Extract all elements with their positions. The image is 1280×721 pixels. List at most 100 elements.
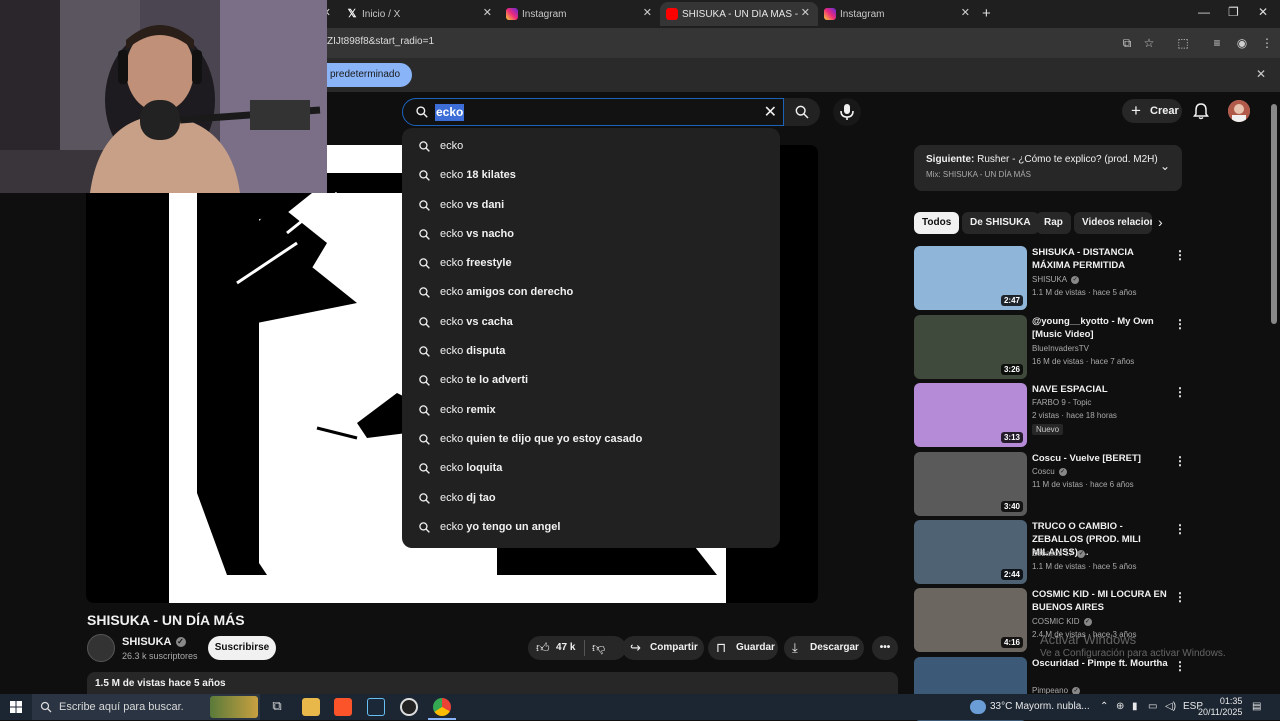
video-channel[interactable]: COSMIC KID ✓: [1032, 617, 1092, 626]
video-thumbnail[interactable]: 3:13: [914, 383, 1027, 447]
video-title[interactable]: Coscu - Vuelve [BERET]: [1032, 452, 1172, 465]
obs-icon[interactable]: [400, 698, 418, 716]
new-tab-icon[interactable]: +: [982, 5, 991, 22]
voice-search-button[interactable]: [833, 98, 861, 126]
save-button[interactable]: ⊓ Guardar: [708, 636, 778, 660]
search-suggestion[interactable]: ecko loquita: [402, 454, 780, 483]
more-vertical-icon[interactable]: ⋮: [1174, 522, 1186, 536]
video-channel[interactable]: Zeballos 17 ✓: [1032, 549, 1086, 558]
chip-de-shisuka[interactable]: De SHISUKA: [962, 212, 1039, 234]
video-thumbnail[interactable]: 2:47: [914, 246, 1027, 310]
weather-text[interactable]: 33°C Mayorm. nubla...: [990, 701, 1090, 712]
more-vertical-icon[interactable]: ⋮: [1174, 248, 1186, 262]
recommended-video[interactable]: 3:26 @young__kyotto - My Own [Music Video…: [914, 315, 1186, 379]
microphone-tray-icon[interactable]: ▮: [1132, 701, 1138, 712]
search-suggestion[interactable]: ecko te lo adverti: [402, 366, 780, 395]
search-suggestion[interactable]: ecko 18 kilates: [402, 161, 780, 190]
video-channel-name[interactable]: SHISUKA: [1032, 275, 1067, 284]
search-input[interactable]: ecko ✕: [402, 98, 784, 126]
steam-icon[interactable]: [367, 698, 385, 716]
video-thumbnail[interactable]: 3:26: [914, 315, 1027, 379]
create-button[interactable]: + Crear: [1122, 99, 1182, 123]
thumbs-up-icon[interactable]: 👍︎: [536, 636, 550, 660]
search-suggestion[interactable]: ecko freestyle: [402, 249, 780, 278]
video-title[interactable]: SHISUKA - DISTANCIA MÁXIMA PERMITIDA: [1032, 246, 1172, 272]
account-avatar[interactable]: [1228, 100, 1250, 122]
chip-videos-relacionados[interactable]: Videos relacion: [1074, 212, 1152, 234]
video-channel-name[interactable]: Coscu: [1032, 467, 1055, 476]
close-icon[interactable]: ✕: [643, 6, 652, 19]
search-suggestion[interactable]: ecko vs dani: [402, 191, 780, 220]
like-count[interactable]: 47 k: [556, 636, 575, 660]
video-title[interactable]: NAVE ESPACIAL: [1032, 383, 1172, 396]
weather-cloud-icon[interactable]: [970, 700, 986, 714]
recommended-video[interactable]: 2:44 TRUCO O CAMBIO - ZEBALLOS (PROD. MIL…: [914, 520, 1186, 584]
window-close-icon[interactable]: ✕: [1258, 5, 1268, 19]
windows-start-icon[interactable]: [10, 701, 22, 713]
profile-icon[interactable]: ◉: [1233, 34, 1251, 52]
more-vertical-icon[interactable]: ⋮: [1174, 590, 1186, 604]
video-channel-name[interactable]: FARBO 9 - Topic: [1032, 398, 1091, 407]
volume-icon[interactable]: ◁): [1165, 701, 1176, 712]
video-channel[interactable]: SHISUKA ✓: [1032, 275, 1080, 284]
thumbs-down-icon[interactable]: 👎︎: [592, 636, 605, 660]
video-channel[interactable]: Coscu ✓: [1032, 467, 1067, 476]
install-app-icon[interactable]: ⧉: [1118, 34, 1136, 52]
display-icon[interactable]: ▭: [1148, 701, 1157, 712]
chrome-icon[interactable]: [433, 698, 451, 716]
close-icon[interactable]: ✕: [801, 6, 810, 19]
close-icon[interactable]: ✕: [483, 6, 492, 19]
download-button[interactable]: ⤓ Descargar: [784, 636, 864, 660]
subscribe-button[interactable]: Suscribirse: [208, 636, 276, 660]
restore-icon[interactable]: ❐: [1228, 5, 1239, 19]
channel-avatar[interactable]: [87, 634, 115, 662]
video-thumbnail[interactable]: 3:40: [914, 452, 1027, 516]
video-channel-name[interactable]: Zeballos 17: [1032, 549, 1073, 558]
search-suggestion[interactable]: ecko remix: [402, 396, 780, 425]
channel-name[interactable]: SHISUKA ✓: [122, 636, 186, 648]
video-channel-name[interactable]: COSMIC KID: [1032, 617, 1080, 626]
chip-rap[interactable]: Rap: [1036, 212, 1071, 234]
search-suggestion[interactable]: ecko amigos con derecho: [402, 278, 780, 307]
tab-youtube[interactable]: SHISUKA - UN DÍA MÁS - YouT ✕: [660, 2, 818, 26]
brave-browser-icon[interactable]: [334, 698, 352, 716]
search-suggestion[interactable]: ecko vs cacha: [402, 308, 780, 337]
chip-todos[interactable]: Todos: [914, 212, 960, 234]
tab-x[interactable]: 𝕏 Inicio / X ✕: [340, 2, 500, 26]
network-icon[interactable]: ⊕: [1116, 701, 1124, 712]
menu-kebab-icon[interactable]: ⋮: [1258, 34, 1276, 52]
video-thumbnail[interactable]: 2:44: [914, 520, 1027, 584]
search-suggestion[interactable]: ecko yo tengo un angel: [402, 513, 780, 542]
search-suggestion[interactable]: ecko disputa: [402, 337, 780, 366]
tab-instagram-2[interactable]: Instagram ✕: [818, 2, 978, 26]
channel-name-text[interactable]: SHISUKA: [122, 636, 172, 648]
chevron-right-icon[interactable]: ›: [1158, 214, 1163, 230]
clear-search-icon[interactable]: ✕: [764, 102, 777, 122]
more-vertical-icon[interactable]: ⋮: [1174, 385, 1186, 399]
close-icon[interactable]: ✕: [961, 6, 970, 19]
tray-chevron-icon[interactable]: ⌃: [1100, 701, 1108, 712]
video-channel[interactable]: BlueInvadersTV: [1032, 344, 1089, 353]
more-vertical-icon[interactable]: ⋮: [1174, 454, 1186, 468]
taskbar-clock[interactable]: 01:35 20/11/2025: [1198, 696, 1242, 718]
search-suggestion[interactable]: ecko: [402, 132, 780, 161]
extensions-icon[interactable]: ⬚: [1174, 34, 1192, 52]
tab-instagram[interactable]: Instagram ✕: [500, 2, 660, 26]
file-explorer-icon[interactable]: [302, 698, 320, 716]
bookmark-star-icon[interactable]: ☆: [1140, 34, 1158, 52]
notification-center-icon[interactable]: ▤: [1252, 701, 1261, 712]
media-control-icon[interactable]: ≡: [1208, 34, 1226, 52]
notifications-bell-icon[interactable]: [1192, 102, 1210, 120]
recommended-video[interactable]: 3:13 NAVE ESPACIAL FARBO 9 - Topic 2 vistas…: [914, 383, 1186, 447]
minimize-icon[interactable]: —: [1198, 5, 1210, 19]
video-channel[interactable]: FARBO 9 - Topic: [1032, 398, 1091, 407]
search-suggestion[interactable]: ecko quien te dijo que yo estoy casado: [402, 425, 780, 454]
more-vertical-icon[interactable]: ⋮: [1174, 659, 1186, 673]
recommended-video[interactable]: 3:40 Coscu - Vuelve [BERET] Coscu ✓ 11 M de …: [914, 452, 1186, 516]
search-suggestion[interactable]: ecko vs nacho: [402, 220, 780, 249]
recommended-video[interactable]: 2:47 SHISUKA - DISTANCIA MÁXIMA PERMITIDA…: [914, 246, 1186, 310]
search-button[interactable]: [784, 98, 820, 126]
more-actions-button[interactable]: •••: [872, 636, 898, 660]
video-thumbnail[interactable]: 4:16: [914, 588, 1027, 652]
share-button[interactable]: ↪ Compartir: [622, 636, 704, 660]
